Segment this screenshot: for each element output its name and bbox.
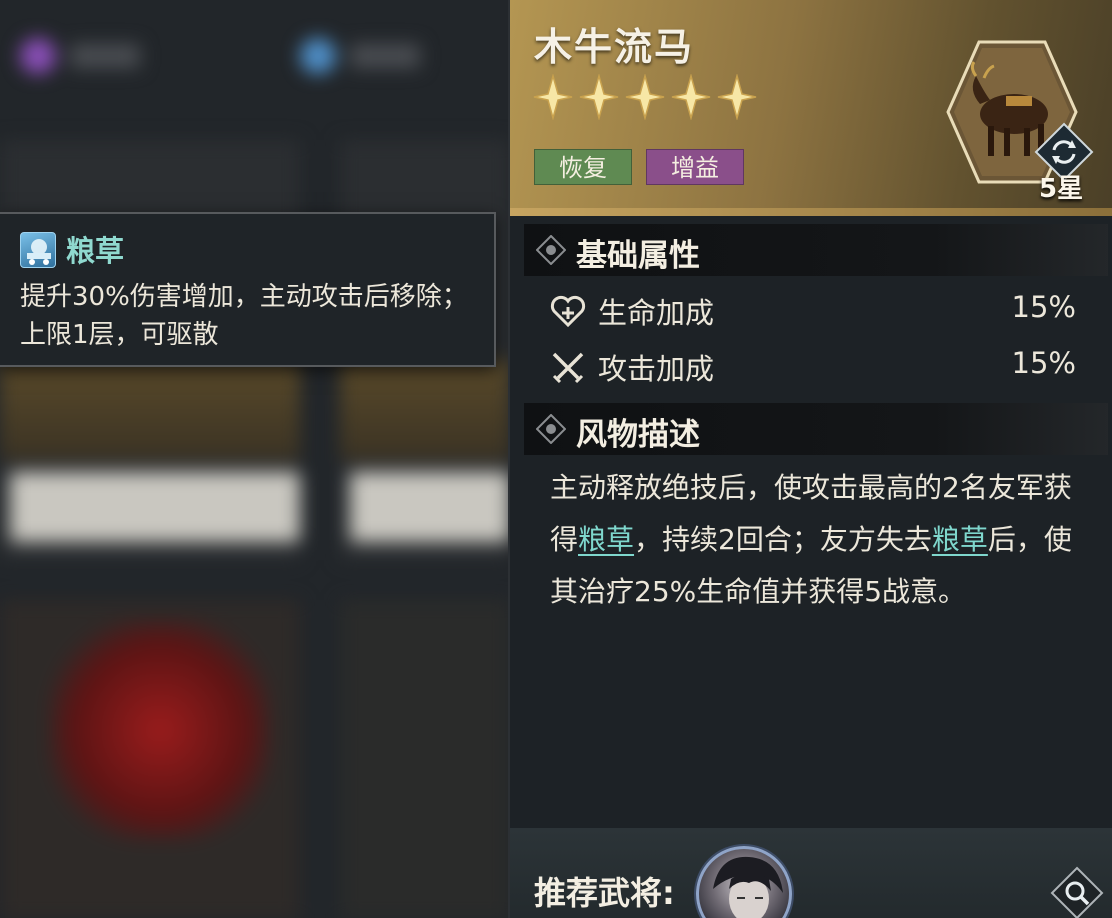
bg-tab-right [280, 20, 450, 90]
tooltip-description: 提升30%伤害增加，主动攻击后移除；上限1层，可驱散 [20, 282, 468, 350]
diamond-bullet-icon [536, 235, 566, 265]
item-tags: 恢复 增益 [534, 149, 744, 185]
background-blurred-area [0, 0, 508, 918]
diamond-bullet-icon [536, 414, 566, 444]
bg-tab-left [0, 20, 170, 90]
description-text: ，持续2回合；友方失去 [634, 523, 932, 556]
attribute-row-attack: 攻击加成 15% [550, 344, 1080, 390]
recommended-generals-bar: 推荐武将: [510, 828, 1112, 918]
tag-buff: 增益 [646, 149, 744, 185]
star-icon [579, 74, 619, 120]
star-icon [671, 74, 711, 120]
attribute-value: 15% [1011, 346, 1076, 380]
star-rank-label: 5星 [1039, 174, 1084, 204]
item-name: 木牛流马 [534, 25, 695, 69]
base-attributes-header: 基础属性 [524, 224, 1108, 276]
item-detail-panel: 木牛流马 恢复 增益 5星 基础属性 生命加成 15% 攻击加成 15% 风物描… [508, 0, 1112, 918]
forage-cart-icon [20, 232, 56, 268]
star-icon [625, 74, 665, 120]
attribute-row-hp: 生命加成 15% [550, 288, 1080, 334]
general-avatar[interactable] [696, 846, 792, 918]
item-header: 木牛流马 恢复 增益 5星 [510, 0, 1112, 216]
crossed-swords-icon [552, 352, 584, 384]
buff-tooltip: 粮草 提升30%伤害增加，主动攻击后移除；上限1层，可驱散 [0, 212, 496, 367]
recommended-generals-label: 推荐武将: [534, 874, 675, 912]
star-rating [532, 74, 758, 120]
magnifier-icon[interactable] [1050, 866, 1104, 918]
star-icon [533, 74, 573, 120]
attribute-value: 15% [1011, 290, 1076, 324]
star-icon [717, 74, 757, 120]
item-description-text: 主动释放绝技后，使攻击最高的2名友军获得粮草，持续2回合；友方失去粮草后，使其治… [550, 462, 1080, 618]
tooltip-title: 粮草 [66, 234, 125, 268]
section-title: 基础属性 [576, 238, 700, 274]
attribute-label: 生命加成 [598, 296, 715, 330]
attribute-label: 攻击加成 [598, 352, 715, 386]
item-description-header: 风物描述 [524, 403, 1108, 455]
tag-recovery: 恢复 [534, 149, 632, 185]
section-title: 风物描述 [576, 417, 700, 453]
forage-buff-link[interactable]: 粮草 [932, 523, 988, 556]
heart-plus-icon [550, 295, 586, 328]
forage-buff-link[interactable]: 粮草 [578, 523, 634, 556]
